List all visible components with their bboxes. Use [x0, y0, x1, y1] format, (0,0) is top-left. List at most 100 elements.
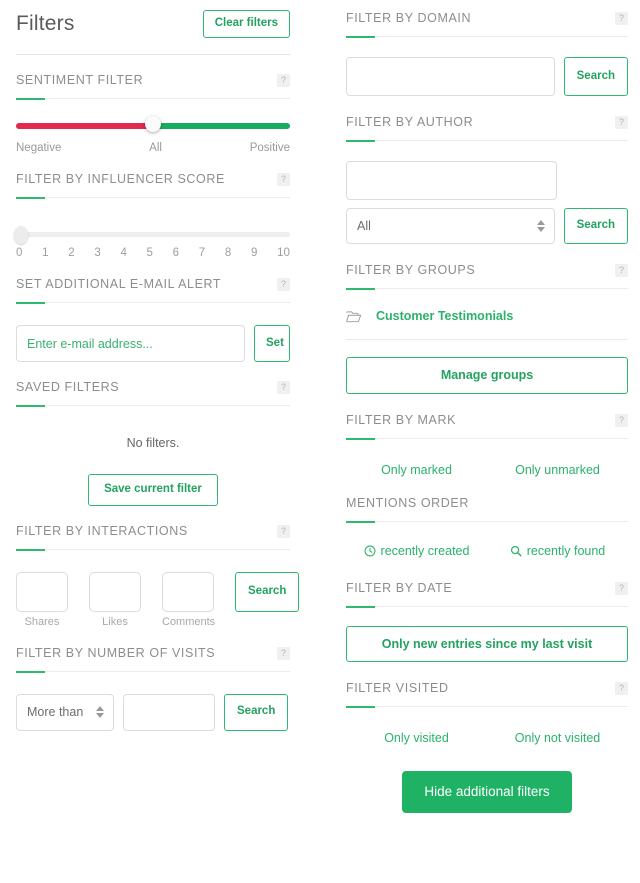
visited-help-icon[interactable]: ? — [615, 682, 628, 695]
only-not-visited-link[interactable]: Only not visited — [515, 731, 600, 745]
sentiment-slider-thumb[interactable] — [145, 116, 161, 132]
domain-underline — [346, 36, 628, 37]
section-sentiment: Sentiment filter ? Negative All Positive — [0, 55, 306, 154]
panel-header: Filters Clear filters — [0, 0, 306, 44]
likes-input[interactable] — [89, 572, 141, 612]
domain-row: Search — [346, 57, 628, 96]
recently-found-link[interactable]: recently found — [510, 544, 606, 558]
email-alert-row: Set — [16, 325, 290, 362]
mentions-recently-created-cell: recently created — [346, 544, 487, 562]
only-visited-link[interactable]: Only visited — [384, 731, 449, 745]
folder-open-icon — [346, 310, 362, 323]
visits-help-icon[interactable]: ? — [277, 647, 290, 660]
filters-panel: Filters Clear filters Sentiment filter ?… — [0, 0, 640, 883]
tick: 1 — [42, 247, 48, 259]
chevron-updown-icon — [96, 706, 104, 718]
section-domain: Filter by domain ? Search — [336, 0, 640, 96]
shares-input[interactable] — [16, 572, 68, 612]
recently-created-label: recently created — [381, 544, 470, 558]
domain-input[interactable] — [346, 57, 555, 96]
page-title: Filters — [16, 12, 75, 36]
mark-help-icon[interactable]: ? — [615, 414, 628, 427]
visits-underline — [16, 671, 290, 672]
mark-underline — [346, 438, 628, 439]
date-title: Filter by date — [346, 581, 452, 595]
tick: 0 — [16, 247, 22, 259]
author-select-row: All Search — [346, 208, 628, 244]
comments-input[interactable] — [162, 572, 214, 612]
mark-only-marked-cell: Only marked — [346, 461, 487, 479]
only-new-entries-button[interactable]: Only new entries since my last visit — [346, 626, 628, 663]
tick: 2 — [68, 247, 74, 259]
interactions-likes-cell: Likes — [89, 572, 141, 628]
tick: 9 — [251, 247, 257, 259]
manage-groups-button[interactable]: Manage groups — [346, 357, 628, 394]
visits-operator-select[interactable]: More than — [16, 694, 114, 731]
influencer-track — [16, 232, 290, 237]
interactions-search-button[interactable]: Search — [235, 572, 299, 612]
mentions-order-title: Mentions order — [346, 496, 469, 510]
section-mentions-order: Mentions order recently created — [336, 479, 640, 562]
tick: 6 — [173, 247, 179, 259]
section-author: Filter by author ? All Search — [336, 96, 640, 244]
saved-filters-help-icon[interactable]: ? — [277, 381, 290, 394]
tick: 8 — [225, 247, 231, 259]
clock-icon — [364, 545, 376, 557]
section-visits: Filter by number of visits ? More than S… — [0, 628, 306, 731]
section-groups: Filter by groups ? Customer Testimonials… — [336, 244, 640, 394]
email-alert-title: Set additional e-mail alert — [16, 277, 221, 291]
comments-label: Comments — [162, 616, 214, 628]
section-interactions: Filter by interactions ? Shares Likes Co… — [0, 506, 306, 628]
recently-found-label: recently found — [527, 544, 606, 558]
email-alert-help-icon[interactable]: ? — [277, 278, 290, 291]
section-influencer-score: Filter by influencer score ? 0 1 2 3 4 5… — [0, 154, 306, 259]
author-search-button[interactable]: Search — [564, 208, 628, 244]
hide-additional-filters-button[interactable]: Hide additional filters — [402, 771, 571, 813]
date-help-icon[interactable]: ? — [615, 582, 628, 595]
author-help-icon[interactable]: ? — [615, 116, 628, 129]
groups-help-icon[interactable]: ? — [615, 264, 628, 277]
author-scope-select[interactable]: All — [346, 208, 555, 244]
clear-filters-button[interactable]: Clear filters — [203, 10, 290, 38]
email-alert-underline — [16, 302, 290, 303]
sentiment-help-icon[interactable]: ? — [277, 74, 290, 87]
sentiment-track-positive — [153, 123, 290, 129]
interactions-shares-cell: Shares — [16, 572, 68, 628]
influencer-slider-thumb[interactable] — [14, 226, 28, 244]
shares-label: Shares — [16, 616, 68, 628]
sentiment-track-negative — [16, 123, 153, 129]
section-saved-filters: Saved filters ? No filters. Save current… — [0, 362, 306, 506]
visits-count-input[interactable] — [123, 694, 215, 731]
interactions-help-icon[interactable]: ? — [277, 525, 290, 538]
email-field[interactable] — [16, 325, 245, 362]
tick: 4 — [120, 247, 126, 259]
mentions-order-underline — [346, 521, 628, 522]
domain-search-button[interactable]: Search — [564, 57, 628, 96]
save-current-filter-button[interactable]: Save current filter — [88, 474, 218, 506]
chevron-updown-icon — [537, 220, 545, 232]
group-label[interactable]: Customer Testimonials — [376, 309, 513, 323]
influencer-help-icon[interactable]: ? — [277, 173, 290, 186]
only-marked-link[interactable]: Only marked — [381, 463, 452, 477]
visited-options: Only visited Only not visited — [346, 729, 628, 747]
sentiment-label-positive: Positive — [250, 142, 290, 154]
right-column: Filter by domain ? Search Filter by auth… — [336, 0, 640, 813]
visits-row: More than Search — [16, 694, 290, 731]
recently-created-link[interactable]: recently created — [364, 544, 470, 558]
saved-filters-underline — [16, 405, 290, 406]
only-unmarked-link[interactable]: Only unmarked — [515, 463, 600, 477]
list-item[interactable]: Customer Testimonials — [346, 309, 628, 323]
mark-options: Only marked Only unmarked — [346, 461, 628, 479]
domain-help-icon[interactable]: ? — [615, 12, 628, 25]
interactions-fields: Shares Likes Comments Search — [16, 572, 290, 628]
tick: 3 — [94, 247, 100, 259]
author-input[interactable] — [346, 161, 557, 200]
domain-title: Filter by domain — [346, 11, 471, 25]
tick: 7 — [199, 247, 205, 259]
influencer-slider[interactable] — [16, 228, 290, 240]
author-scope-value: All — [357, 219, 371, 233]
sentiment-slider[interactable] — [16, 121, 290, 131]
visits-search-button[interactable]: Search — [224, 694, 288, 731]
set-email-button[interactable]: Set — [254, 325, 290, 362]
sentiment-title: Sentiment filter — [16, 73, 143, 87]
